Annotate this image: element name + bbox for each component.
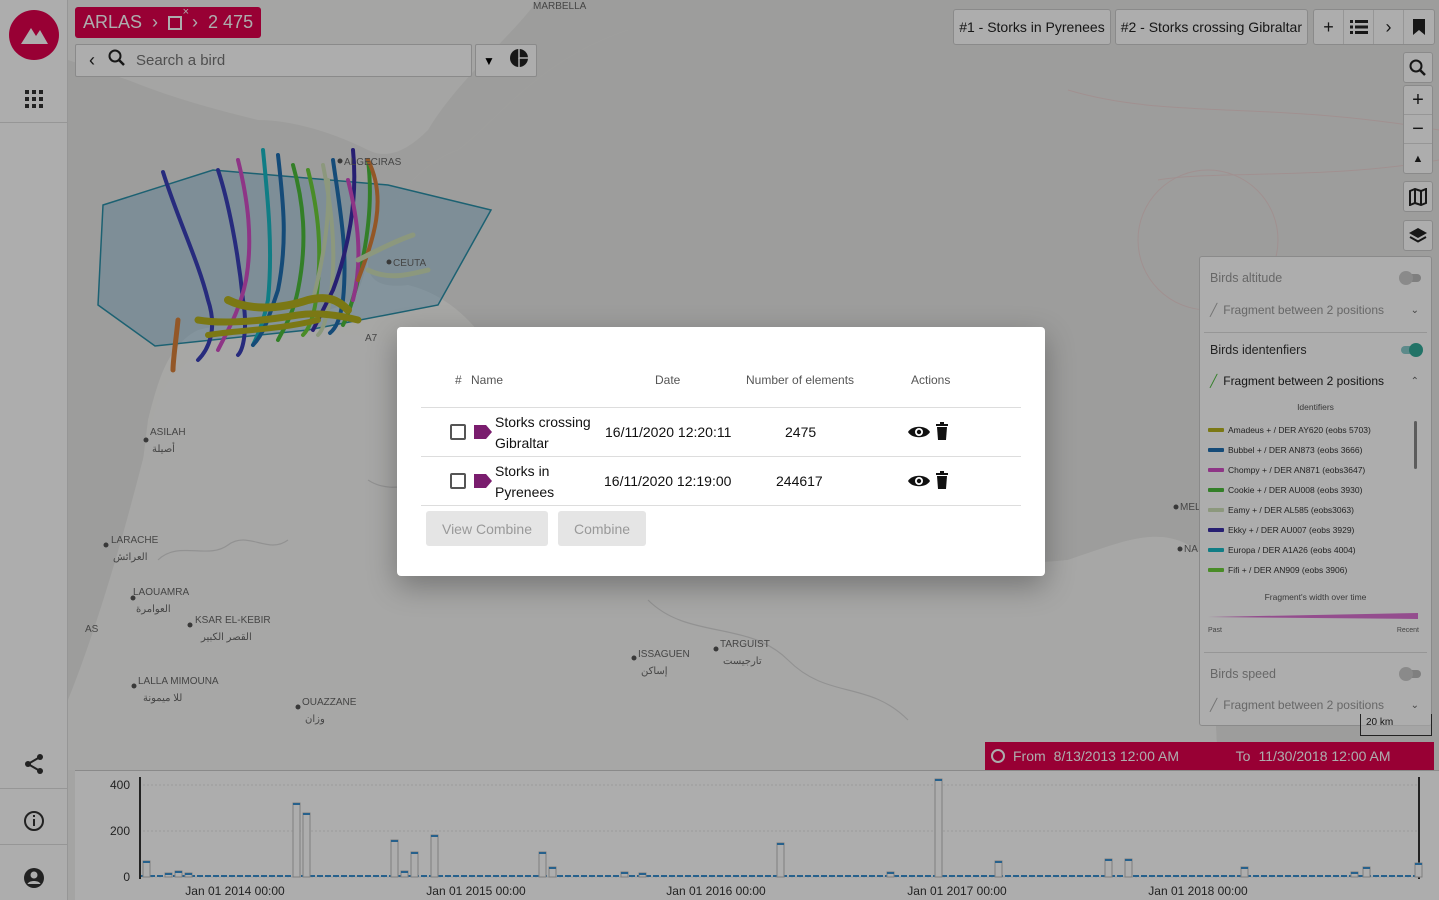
row-date: 16/11/2020 12:19:00	[604, 473, 732, 489]
table-row: Storks in Pyrenees 16/11/2020 12:19:00 24…	[421, 456, 1021, 505]
row-name-line1: Storks crossing	[495, 414, 591, 430]
row-name-line2: Gibraltar	[495, 435, 549, 451]
delete-icon[interactable]	[935, 471, 949, 492]
row-count: 2475	[785, 424, 817, 440]
row-name-line1: Storks in	[495, 463, 550, 479]
col-count: Number of elements	[746, 373, 855, 387]
table-row: Storks crossing Gibraltar 16/11/2020 12:2…	[421, 407, 1021, 456]
table-header: # Name Date Number of elements Actions	[421, 367, 1021, 407]
col-number: #	[455, 373, 462, 387]
col-actions: Actions	[911, 373, 951, 387]
row-checkbox[interactable]	[450, 473, 466, 489]
col-name: Name	[471, 373, 504, 387]
tag-icon	[474, 474, 492, 488]
row-name: Storks crossing Gibraltar	[495, 412, 591, 454]
eye-icon[interactable]	[907, 423, 931, 444]
delete-icon[interactable]	[935, 422, 949, 443]
col-date: Date	[655, 373, 681, 387]
row-checkbox[interactable]	[450, 424, 466, 440]
view-combine-button[interactable]: View Combine	[426, 511, 548, 546]
arlas-app: MARBELLA ALGECIRAS CEUTA A7 ASILAH أصيلة…	[0, 0, 1439, 900]
row-name-line2: Pyrenees	[495, 484, 555, 500]
tag-icon	[474, 425, 492, 439]
row-date: 16/11/2020 12:20:11	[605, 424, 732, 440]
row-count: 244617	[776, 473, 823, 489]
combine-dialog: # Name Date Number of elements Actions S…	[397, 327, 1045, 576]
table-divider	[421, 505, 1021, 506]
row-name: Storks in Pyrenees	[495, 461, 554, 503]
eye-icon[interactable]	[907, 472, 931, 493]
combine-button[interactable]: Combine	[558, 511, 646, 546]
